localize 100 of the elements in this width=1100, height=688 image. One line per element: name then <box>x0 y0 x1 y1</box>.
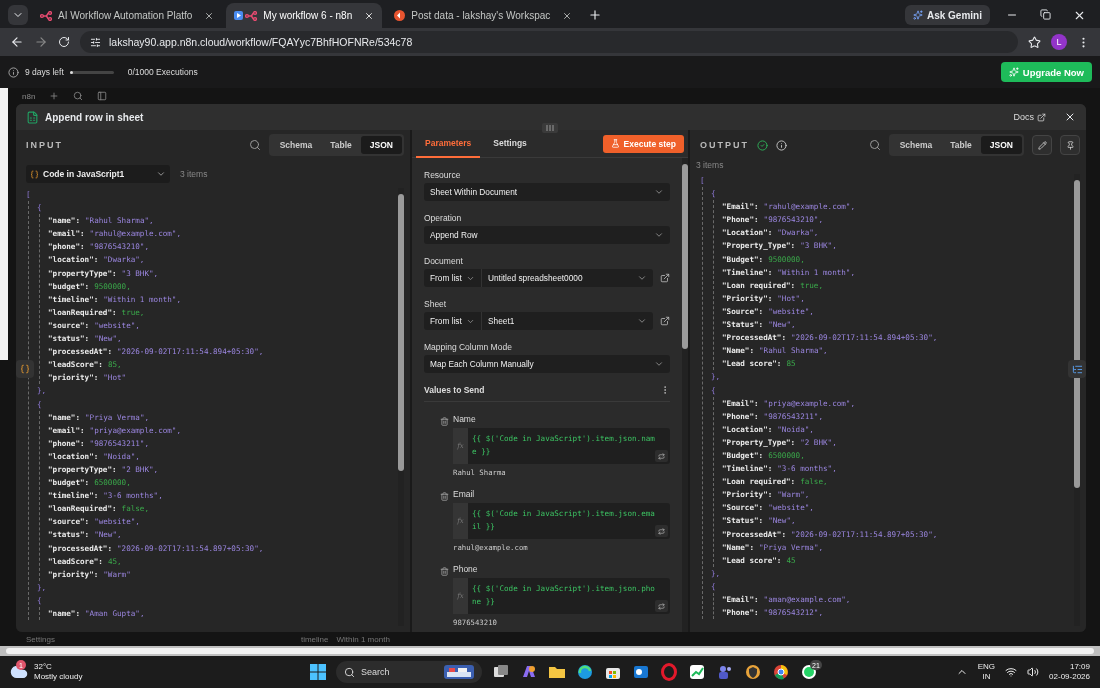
spreadsheet-icon <box>26 110 39 124</box>
tree-icon <box>1071 363 1083 375</box>
swap-icon <box>658 527 665 535</box>
info-icon <box>8 66 19 78</box>
external-link-icon[interactable] <box>660 273 670 283</box>
view-tab[interactable]: Schema <box>270 136 322 154</box>
search-icon[interactable] <box>868 139 881 151</box>
search-highlight-drawing <box>444 665 474 679</box>
workflow-logo-icon <box>40 10 52 21</box>
trash-icon[interactable] <box>440 567 449 576</box>
shield-icon[interactable] <box>744 663 762 681</box>
select-field[interactable]: Map Each Column Manually <box>424 355 670 373</box>
temperature: 32°C <box>34 662 52 672</box>
new-tab-icon[interactable] <box>588 8 603 22</box>
chevron-down-icon <box>654 230 664 240</box>
item-count: 3 items <box>180 169 208 179</box>
people-icon[interactable] <box>716 663 734 681</box>
back-icon[interactable] <box>10 35 24 49</box>
reload-icon[interactable] <box>58 36 70 48</box>
bookmark-icon[interactable] <box>1028 35 1041 49</box>
expand-button[interactable] <box>655 600 668 612</box>
field-label: Mapping Column Mode <box>424 342 513 352</box>
workflow-logo-icon <box>245 10 258 21</box>
panel-tab[interactable]: Parameters <box>416 129 481 158</box>
success-icon <box>757 139 768 151</box>
close-icon[interactable] <box>204 10 215 21</box>
grip-icon <box>546 125 554 131</box>
browser-tab[interactable]: Post data - lakshay's Workspac <box>386 3 581 28</box>
close-icon[interactable] <box>364 10 375 21</box>
select-field[interactable]: Untitled spreadsheet0000 <box>482 269 653 287</box>
code-toggle-button[interactable] <box>16 360 34 378</box>
mail-icon[interactable] <box>632 663 650 681</box>
pin-button[interactable] <box>1060 135 1080 155</box>
mode-select[interactable]: From list <box>424 312 482 330</box>
panel-title: OUTPUT <box>700 140 749 150</box>
play-icon <box>234 10 244 20</box>
taskbar-search[interactable]: Search <box>336 661 482 683</box>
ring-icon[interactable] <box>660 663 678 681</box>
item-count: 3 items <box>696 160 724 170</box>
ask-gemini-button[interactable]: Ask Gemini <box>904 5 990 25</box>
select-field[interactable]: Sheet1 <box>482 312 653 330</box>
view-tab[interactable]: Table <box>941 136 981 154</box>
field-label: Name <box>453 414 477 424</box>
trash-icon[interactable] <box>440 417 449 426</box>
globe-icon[interactable] <box>576 663 594 681</box>
field-label: Operation <box>424 213 463 223</box>
panel-tab[interactable]: Settings <box>484 129 536 158</box>
field-label: Resource <box>424 170 462 180</box>
weather-text: Mostly cloudy <box>34 672 83 682</box>
restore-icon[interactable] <box>1040 9 1051 20</box>
close-icon[interactable] <box>1064 111 1076 123</box>
select-field[interactable]: Append Row <box>424 226 670 244</box>
chart-icon[interactable] <box>688 663 706 681</box>
field-label: Phone <box>453 564 479 574</box>
search-icon[interactable] <box>248 139 261 151</box>
edit-button[interactable] <box>1032 135 1052 155</box>
view-tab[interactable]: Table <box>321 136 361 154</box>
chat-icon[interactable] <box>800 663 818 681</box>
view-tab[interactable]: Schema <box>890 136 942 154</box>
pencil-icon <box>1037 140 1047 150</box>
address-field[interactable]: lakshay90.app.n8n.cloud/workflow/FQAYyc7BhfHOFNRe/534c78 <box>80 31 1018 53</box>
sparkle-icon <box>1008 67 1019 77</box>
browser-tab[interactable]: AI Workflow Automation Platfo <box>32 3 223 28</box>
braces-icon <box>30 169 39 179</box>
wifi-icon[interactable] <box>1005 666 1018 678</box>
forward-icon[interactable] <box>34 35 48 49</box>
executions-text: 0/1000 Executions <box>127 67 198 77</box>
external-link-icon[interactable] <box>660 316 670 326</box>
profile-avatar[interactable]: L <box>1051 34 1067 50</box>
tree-view-button[interactable] <box>1068 360 1086 378</box>
close-icon[interactable] <box>1073 9 1086 22</box>
select-field[interactable]: Sheet Within Document <box>424 183 670 201</box>
sidebar-item: Settings <box>26 634 55 644</box>
close-icon[interactable] <box>562 10 573 21</box>
field-label: Sheet <box>424 299 448 309</box>
trial-days-text: 9 days left <box>25 67 64 77</box>
docs-link[interactable]: Docs <box>1013 112 1046 122</box>
braces-icon <box>20 364 30 374</box>
clock[interactable]: 17:09 02-09-2026 <box>1049 662 1090 682</box>
start-icon[interactable] <box>310 664 326 680</box>
expand-button[interactable] <box>655 450 668 462</box>
field-label: Email <box>453 489 476 499</box>
field-value: Within 1 month <box>336 634 390 644</box>
mode-select[interactable]: From list <box>424 269 482 287</box>
chevron-down-icon <box>654 187 664 197</box>
browser-icon[interactable] <box>772 663 790 681</box>
external-link-icon <box>1037 112 1046 122</box>
tab-list-button[interactable] <box>8 5 28 25</box>
expand-button[interactable] <box>655 525 668 537</box>
node-select[interactable]: Code in JavaScript1 <box>26 165 170 183</box>
view-tab[interactable]: JSON <box>360 136 402 154</box>
drag-handle[interactable] <box>542 123 558 133</box>
chevron-down-icon <box>156 169 166 179</box>
trash-icon[interactable] <box>440 492 449 501</box>
volume-icon[interactable] <box>1027 666 1040 678</box>
browser-tab[interactable]: My workflow 6 - n8n <box>226 3 383 28</box>
language-indicator[interactable]: ENG IN <box>977 662 996 682</box>
view-tab[interactable]: JSON <box>980 136 1022 154</box>
site-logo-icon <box>394 10 406 21</box>
sparkle-icon <box>912 10 923 20</box>
